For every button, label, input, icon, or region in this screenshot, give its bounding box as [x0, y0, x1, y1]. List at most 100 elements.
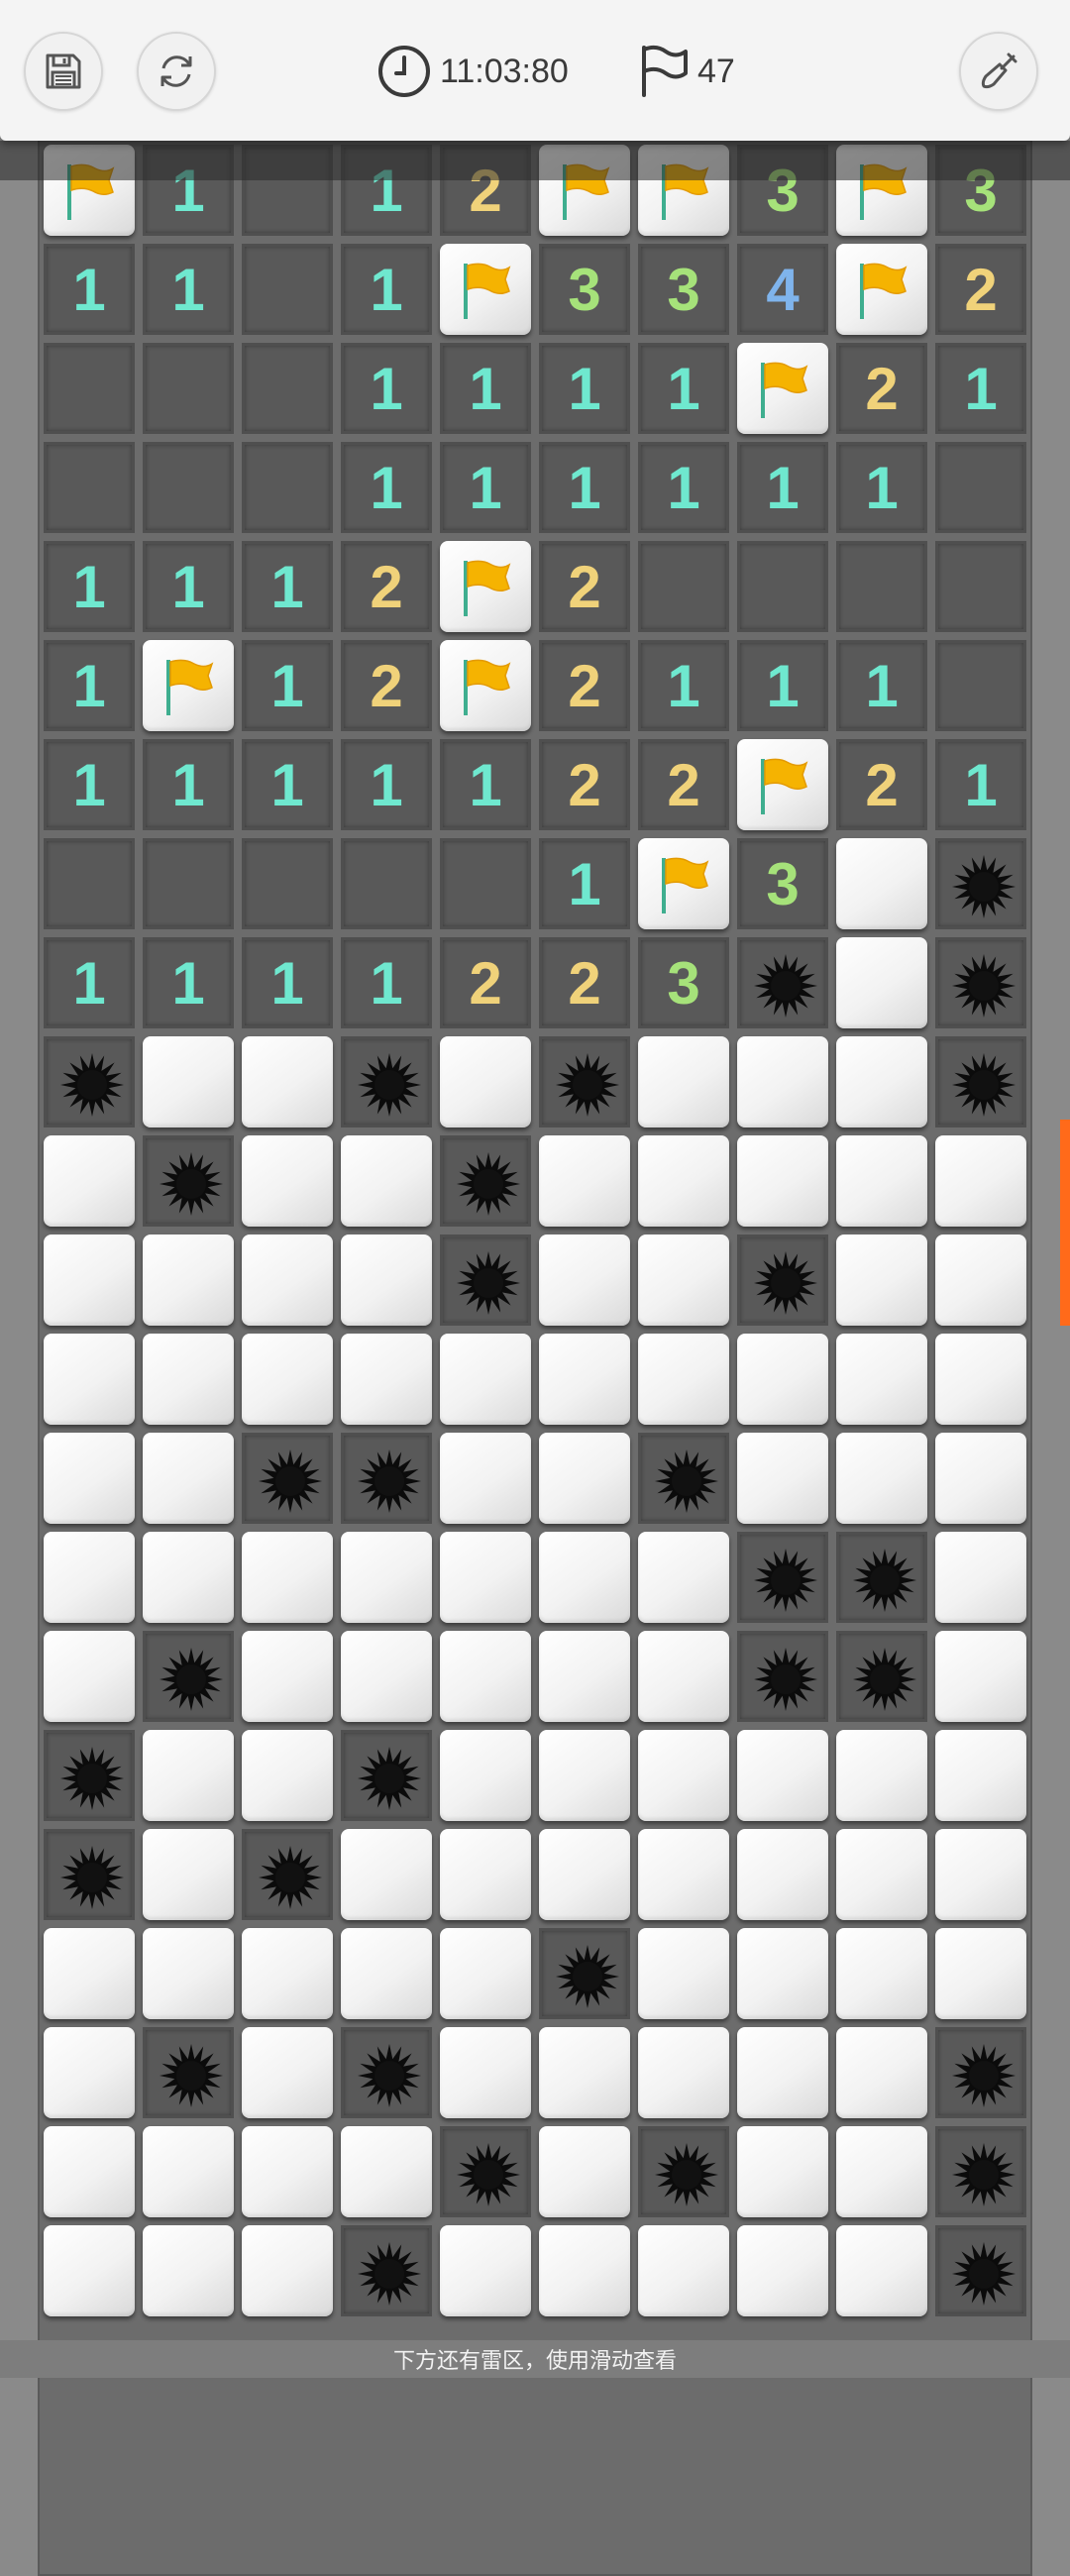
cell-unrevealed[interactable] — [935, 1433, 1026, 1524]
cell-number[interactable]: 4 — [737, 244, 828, 335]
cell-unrevealed[interactable] — [242, 1234, 333, 1326]
cell-number[interactable]: 3 — [638, 244, 729, 335]
cell-unrevealed[interactable] — [638, 1135, 729, 1227]
cell-number[interactable]: 2 — [638, 739, 729, 830]
cell-unrevealed[interactable] — [836, 2027, 927, 2118]
cell-number[interactable]: 3 — [539, 244, 630, 335]
cell-number[interactable]: 1 — [44, 640, 135, 731]
cell-mine[interactable] — [242, 1829, 333, 1920]
cell-mine[interactable] — [440, 1135, 531, 1227]
cell-unrevealed[interactable] — [242, 1334, 333, 1425]
cell-unrevealed[interactable] — [737, 1829, 828, 1920]
cell-flagged[interactable] — [440, 541, 531, 632]
cell-unrevealed[interactable] — [539, 2027, 630, 2118]
cell-unrevealed[interactable] — [539, 1829, 630, 1920]
cell-mine[interactable] — [341, 1036, 432, 1127]
cell-unrevealed[interactable] — [44, 1433, 135, 1524]
cell-unrevealed[interactable] — [242, 1532, 333, 1623]
cell-empty[interactable] — [44, 343, 135, 434]
cell-unrevealed[interactable] — [44, 2126, 135, 2217]
cell-unrevealed[interactable] — [341, 1234, 432, 1326]
cell-unrevealed[interactable] — [341, 1334, 432, 1425]
cell-empty[interactable] — [242, 343, 333, 434]
cell-number[interactable]: 1 — [341, 343, 432, 434]
cell-unrevealed[interactable] — [836, 1135, 927, 1227]
cell-unrevealed[interactable] — [44, 2225, 135, 2316]
cell-empty[interactable] — [242, 838, 333, 929]
cell-number[interactable]: 1 — [143, 244, 234, 335]
cell-unrevealed[interactable] — [242, 1135, 333, 1227]
cell-number[interactable]: 3 — [638, 937, 729, 1028]
cell-mine[interactable] — [44, 1730, 135, 1821]
cell-unrevealed[interactable] — [836, 1829, 927, 1920]
cell-number[interactable]: 2 — [836, 343, 927, 434]
cell-unrevealed[interactable] — [44, 1928, 135, 2019]
cell-unrevealed[interactable] — [836, 937, 927, 1028]
cell-unrevealed[interactable] — [341, 1928, 432, 2019]
cell-unrevealed[interactable] — [242, 1730, 333, 1821]
cell-unrevealed[interactable] — [440, 2027, 531, 2118]
cell-unrevealed[interactable] — [341, 1532, 432, 1623]
cell-number[interactable]: 1 — [341, 244, 432, 335]
cell-unrevealed[interactable] — [836, 1334, 927, 1425]
cell-unrevealed[interactable] — [935, 1631, 1026, 1722]
cell-unrevealed[interactable] — [638, 1234, 729, 1326]
cell-empty[interactable] — [836, 541, 927, 632]
cell-mine[interactable] — [440, 1234, 531, 1326]
cell-unrevealed[interactable] — [638, 1631, 729, 1722]
cell-empty[interactable] — [143, 838, 234, 929]
cell-unrevealed[interactable] — [242, 1928, 333, 2019]
cell-mine[interactable] — [539, 1928, 630, 2019]
cell-unrevealed[interactable] — [836, 1036, 927, 1127]
cell-number[interactable]: 1 — [935, 343, 1026, 434]
cell-number[interactable]: 1 — [44, 541, 135, 632]
cell-mine[interactable] — [836, 1631, 927, 1722]
cell-empty[interactable] — [143, 442, 234, 533]
cell-unrevealed[interactable] — [440, 1433, 531, 1524]
cell-mine[interactable] — [737, 1532, 828, 1623]
cell-unrevealed[interactable] — [539, 1334, 630, 1425]
cell-unrevealed[interactable] — [341, 1135, 432, 1227]
cell-unrevealed[interactable] — [44, 1135, 135, 1227]
cell-mine[interactable] — [44, 1829, 135, 1920]
cell-unrevealed[interactable] — [242, 1631, 333, 1722]
cell-empty[interactable] — [737, 541, 828, 632]
cell-mine[interactable] — [935, 937, 1026, 1028]
cell-unrevealed[interactable] — [638, 1532, 729, 1623]
cell-unrevealed[interactable] — [143, 2225, 234, 2316]
cell-unrevealed[interactable] — [440, 1829, 531, 1920]
cell-mine[interactable] — [341, 2225, 432, 2316]
cell-number[interactable]: 1 — [737, 640, 828, 731]
cell-unrevealed[interactable] — [143, 1730, 234, 1821]
cell-mine[interactable] — [341, 1433, 432, 1524]
cell-number[interactable]: 2 — [440, 937, 531, 1028]
cell-number[interactable]: 1 — [638, 640, 729, 731]
cell-mine[interactable] — [935, 1036, 1026, 1127]
cell-number[interactable]: 1 — [242, 937, 333, 1028]
cell-mine[interactable] — [539, 1036, 630, 1127]
cell-unrevealed[interactable] — [836, 1730, 927, 1821]
restart-button[interactable] — [137, 32, 216, 111]
cell-unrevealed[interactable] — [242, 2027, 333, 2118]
cell-mine[interactable] — [836, 1532, 927, 1623]
cell-unrevealed[interactable] — [836, 838, 927, 929]
cell-flagged[interactable] — [737, 739, 828, 830]
cell-empty[interactable] — [935, 541, 1026, 632]
cell-unrevealed[interactable] — [143, 1433, 234, 1524]
cell-unrevealed[interactable] — [638, 1928, 729, 2019]
cell-number[interactable]: 1 — [638, 343, 729, 434]
cell-unrevealed[interactable] — [638, 2027, 729, 2118]
cell-number[interactable]: 1 — [638, 442, 729, 533]
cell-unrevealed[interactable] — [539, 1234, 630, 1326]
cell-unrevealed[interactable] — [737, 1135, 828, 1227]
cell-empty[interactable] — [440, 838, 531, 929]
cell-unrevealed[interactable] — [440, 1928, 531, 2019]
cell-mine[interactable] — [935, 838, 1026, 929]
cell-flagged[interactable] — [737, 343, 828, 434]
cell-unrevealed[interactable] — [341, 1829, 432, 1920]
cell-mine[interactable] — [44, 1036, 135, 1127]
cell-mine[interactable] — [143, 1631, 234, 1722]
cell-unrevealed[interactable] — [638, 1036, 729, 1127]
cell-unrevealed[interactable] — [143, 2126, 234, 2217]
cell-unrevealed[interactable] — [935, 1532, 1026, 1623]
